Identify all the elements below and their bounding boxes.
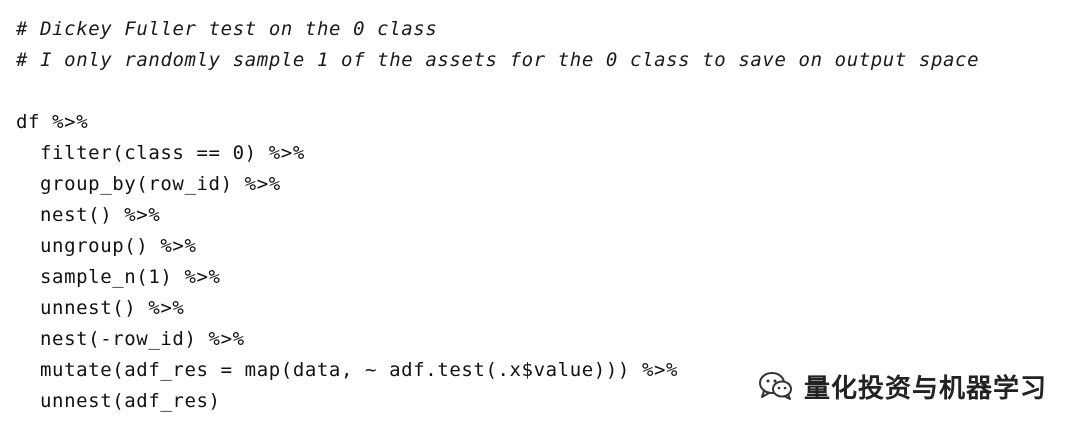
code-line: group_by(row_id) %>% [40, 173, 281, 195]
code-line: filter(class == 0) %>% [40, 142, 305, 164]
code-line: sample_n(1) %>% [40, 266, 221, 288]
code-line: nest() %>% [40, 204, 161, 226]
code-line: ungroup() %>% [40, 235, 197, 257]
code-line: nest(-row_id) %>% [40, 328, 245, 350]
code-line: df %>% [16, 111, 89, 133]
code-block: # Dickey Fuller test on the 0 class # I … [16, 14, 1056, 417]
wechat-icon [759, 372, 792, 400]
watermark: 量化投资与机器学习 [758, 368, 1047, 404]
watermark-text: 量化投资与机器学习 [804, 373, 1048, 404]
code-comment-line: # I only randomly sample 1 of the assets… [16, 49, 980, 71]
code-comment-line: # Dickey Fuller test on the 0 class [16, 18, 438, 40]
code-line: unnest() %>% [40, 297, 185, 319]
